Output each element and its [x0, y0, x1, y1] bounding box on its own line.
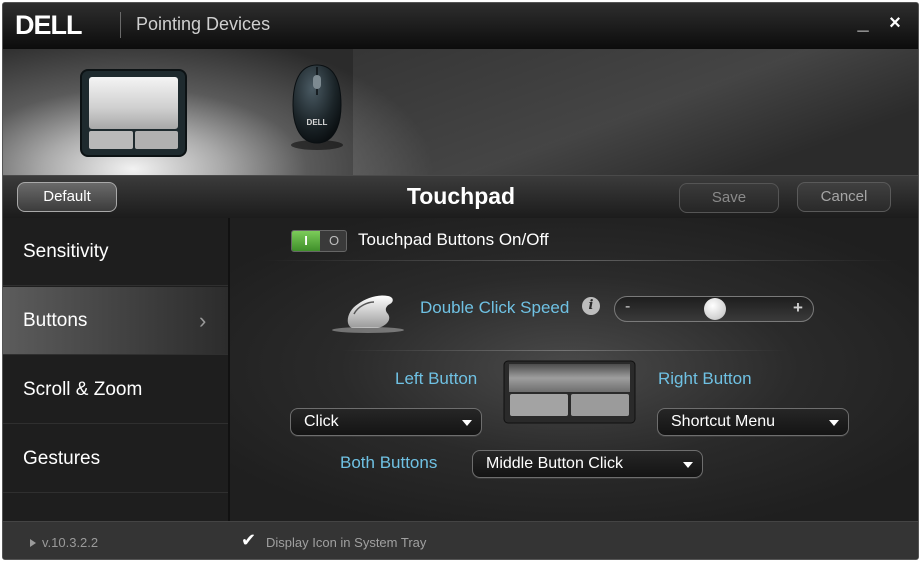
- chevron-down-icon: [829, 420, 839, 426]
- divider: [260, 260, 900, 261]
- window-title: Pointing Devices: [136, 14, 271, 34]
- both-buttons-value: Middle Button Click: [486, 455, 623, 472]
- system-tray-label[interactable]: Display Icon in System Tray: [266, 535, 426, 550]
- sidebar-item-label: Buttons: [23, 310, 88, 331]
- banner-shine: [353, 49, 918, 175]
- right-button-select[interactable]: Shortcut Menu: [657, 408, 849, 436]
- toolbar: Default Touchpad Save Cancel: [3, 175, 918, 218]
- both-buttons-label: Both Buttons: [340, 453, 438, 472]
- title-separator: [120, 12, 121, 38]
- sidebar: Sensitivity Buttons › Scroll & Zoom Gest…: [3, 218, 228, 521]
- left-button-value: Click: [304, 413, 339, 430]
- expand-arrow-icon[interactable]: [30, 539, 36, 547]
- page-title: Touchpad: [406, 183, 516, 209]
- left-button-label: Left Button: [395, 369, 478, 388]
- chevron-down-icon: [683, 462, 693, 468]
- sidebar-item-gestures[interactable]: Gestures: [3, 425, 228, 493]
- double-click-speed-slider[interactable]: - +: [614, 296, 814, 322]
- toggle-off-label: O: [328, 233, 340, 248]
- svg-text:DELL: DELL: [307, 118, 328, 127]
- right-button-label: Right Button: [658, 369, 752, 388]
- minimize-button[interactable]: _: [853, 12, 873, 36]
- sidebar-item-label: Scroll & Zoom: [23, 379, 143, 400]
- left-button-select[interactable]: Click: [290, 408, 482, 436]
- close-button[interactable]: ×: [885, 12, 905, 36]
- minus-icon: -: [625, 298, 631, 315]
- save-button[interactable]: Save: [679, 183, 779, 213]
- device-banner: DELL: [3, 49, 918, 175]
- sidebar-item-label: Gestures: [23, 448, 101, 469]
- plus-icon: +: [793, 298, 803, 317]
- right-button-value: Shortcut Menu: [671, 413, 776, 430]
- sidebar-item-sensitivity[interactable]: Sensitivity: [3, 218, 228, 286]
- sidebar-item-scroll-zoom[interactable]: Scroll & Zoom: [3, 356, 228, 424]
- system-tray-checkbox[interactable]: ✔: [241, 530, 256, 551]
- hand-click-icon: [332, 295, 404, 333]
- toggle-label: Touchpad Buttons On/Off: [358, 230, 549, 249]
- touchpad-buttons-toggle[interactable]: I O: [291, 230, 347, 252]
- sidebar-item-label: Sensitivity: [23, 241, 109, 262]
- default-button[interactable]: Default: [17, 182, 117, 212]
- divider: [340, 350, 790, 351]
- dell-logo: DELL: [15, 11, 83, 39]
- slider-thumb[interactable]: [704, 298, 726, 320]
- toggle-on-label: I: [292, 231, 320, 251]
- double-click-speed-label: Double Click Speed: [420, 298, 570, 317]
- svg-text:DELL: DELL: [15, 11, 82, 39]
- buttons-panel: I O Touchpad Buttons On/Off Double Click…: [230, 218, 918, 521]
- title-bar[interactable]: DELL Pointing Devices _ ×: [3, 3, 918, 49]
- sidebar-item-buttons[interactable]: Buttons ›: [3, 287, 228, 355]
- cancel-button[interactable]: Cancel: [797, 182, 891, 212]
- both-buttons-select[interactable]: Middle Button Click: [472, 450, 703, 478]
- touchpad-device-icon[interactable]: [80, 69, 190, 159]
- mouse-device-icon[interactable]: DELL: [287, 61, 347, 153]
- touchpad-buttons-icon: [503, 360, 636, 424]
- chevron-right-icon: ›: [199, 308, 207, 333]
- version-text: v.10.3.2.2: [42, 535, 99, 550]
- chevron-down-icon: [462, 420, 472, 426]
- app-window: DELL Pointing Devices _ × DELL Default T…: [2, 2, 919, 560]
- status-bar: v.10.3.2.2 ✔ Display Icon in System Tray: [3, 521, 918, 559]
- info-icon[interactable]: i: [582, 297, 600, 315]
